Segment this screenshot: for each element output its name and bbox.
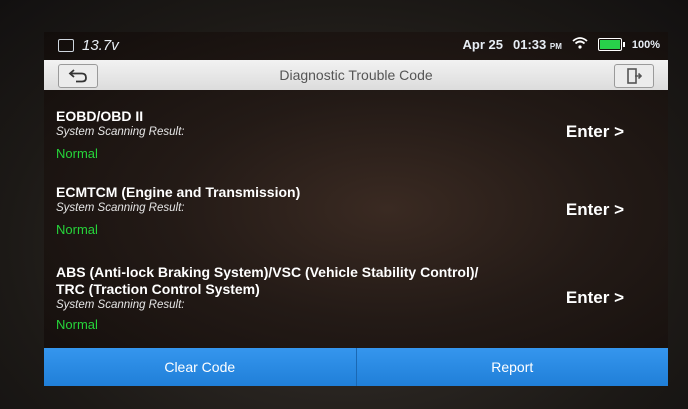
voltage-readout: 13.7v — [82, 37, 119, 54]
title-bar: Diagnostic Trouble Code — [44, 60, 668, 90]
scan-status: Normal — [56, 222, 98, 237]
enter-button[interactable]: Enter > — [566, 122, 624, 142]
enter-button[interactable]: Enter > — [566, 288, 624, 308]
scan-status: Normal — [56, 146, 98, 161]
back-button[interactable] — [58, 64, 98, 88]
system-title: ECMTCM (Engine and Transmission) — [56, 184, 301, 200]
enter-button[interactable]: Enter > — [566, 200, 624, 220]
system-item-abs[interactable]: ABS (Anti-lock Braking System)/VSC (Vehi… — [56, 264, 656, 344]
report-button[interactable]: Report — [355, 348, 668, 386]
status-date: Apr 25 — [462, 37, 503, 52]
calendar-icon — [58, 39, 74, 52]
clear-code-button[interactable]: Clear Code — [44, 348, 356, 386]
battery-icon — [597, 38, 625, 51]
scan-status: Normal — [56, 317, 98, 332]
system-title-line1: ABS (Anti-lock Braking System)/VSC (Vehi… — [56, 264, 479, 280]
system-item-eobd[interactable]: EOBD/OBD II System Scanning Result: Norm… — [56, 108, 656, 178]
battery-percent: 100% — [631, 38, 660, 51]
status-bar: 13.7v Apr 25 01:33 PM 100% — [44, 32, 668, 58]
wifi-icon — [572, 37, 588, 52]
page-title: Diagnostic Trouble Code — [279, 67, 433, 83]
action-bar: Clear Code Report — [44, 348, 668, 386]
exit-button[interactable] — [614, 64, 654, 88]
device-screen: 13.7v Apr 25 01:33 PM 100% Diagnostic Tr… — [44, 32, 668, 386]
system-item-ecmtcm[interactable]: ECMTCM (Engine and Transmission) System … — [56, 184, 656, 254]
back-arrow-icon — [68, 69, 87, 83]
status-time: 01:33 PM — [512, 37, 562, 52]
exit-door-icon — [627, 68, 642, 84]
